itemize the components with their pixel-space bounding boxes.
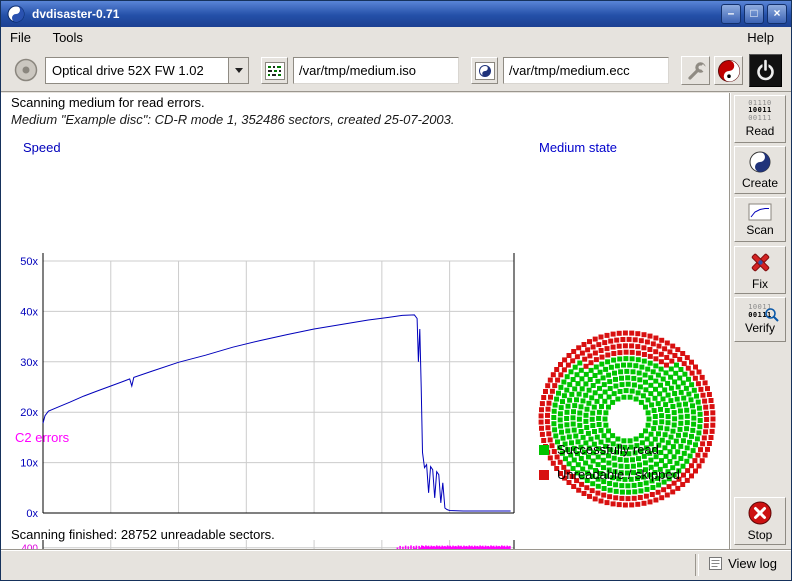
iso-path-input[interactable] xyxy=(293,57,459,84)
svg-text:10x: 10x xyxy=(20,458,38,470)
scan-button[interactable]: Scan xyxy=(734,197,786,242)
yin-yang-icon xyxy=(748,150,772,174)
bottombar-separator xyxy=(695,554,699,576)
scan-button-label: Scan xyxy=(746,223,773,237)
bottombar: View log xyxy=(1,549,791,580)
ecc-file-icon xyxy=(475,61,495,81)
read-button[interactable]: 01110 10011 00111 Read xyxy=(734,95,786,143)
legend-item-good: Successfully read xyxy=(539,442,659,457)
maximize-button[interactable]: □ xyxy=(744,4,764,24)
create-button-label: Create xyxy=(742,176,778,190)
stop-icon xyxy=(747,500,773,526)
drive-select[interactable]: Optical drive 52X FW 1.02 xyxy=(45,57,249,84)
window-title: dvdisaster-0.71 xyxy=(32,7,119,21)
drive-select-value: Optical drive 52X FW 1.02 xyxy=(46,58,228,83)
wrench-icon xyxy=(683,58,709,84)
dvdisaster-logo-icon xyxy=(717,59,741,83)
app-icon xyxy=(7,5,25,23)
scan-chart-icon xyxy=(748,203,772,221)
fix-button-label: Fix xyxy=(752,277,768,291)
legend-label-bad: Unreadable / skipped xyxy=(557,467,680,482)
verify-button-label: Verify xyxy=(745,321,775,335)
view-log-label: View log xyxy=(728,556,777,571)
main-content: Scanning medium for read errors. Medium … xyxy=(1,93,730,550)
read-icon: 01110 10011 00111 xyxy=(748,100,772,123)
chevron-down-icon xyxy=(235,68,243,73)
menu-tools[interactable]: Tools xyxy=(44,27,92,48)
c2-chart-title: C2 errors xyxy=(15,430,69,445)
titlebar: dvdisaster-0.71 – □ × xyxy=(1,1,791,27)
svg-text:50x: 50x xyxy=(20,256,38,268)
about-button[interactable] xyxy=(714,56,743,85)
good-swatch-icon xyxy=(539,445,549,455)
scan-result-status: Scanning finished: 28752 unreadable sect… xyxy=(11,527,275,542)
quit-button[interactable] xyxy=(749,54,782,87)
minimize-button[interactable]: – xyxy=(721,4,741,24)
legend-label-good: Successfully read xyxy=(557,442,659,457)
magnifier-icon xyxy=(764,307,780,323)
preferences-button[interactable] xyxy=(681,56,710,85)
read-button-label: Read xyxy=(746,124,775,138)
verify-icon: 10011 00111 xyxy=(748,304,772,319)
menu-help[interactable]: Help xyxy=(738,27,783,48)
power-icon xyxy=(751,56,780,85)
ecc-file-button[interactable] xyxy=(471,57,498,84)
app-window: dvdisaster-0.71 – □ × File Tools Help Op… xyxy=(0,0,792,581)
menubar: File Tools Help xyxy=(1,27,791,49)
svg-text:30x: 30x xyxy=(20,357,38,369)
view-log-button[interactable]: View log xyxy=(705,555,781,572)
status-line-2: Medium "Example disc": CD-R mode 1, 3524… xyxy=(11,112,455,127)
svg-text:40x: 40x xyxy=(20,306,38,318)
drive-select-arrow[interactable] xyxy=(228,58,248,83)
iso-file-button[interactable] xyxy=(261,57,288,84)
action-sidebar: 01110 10011 00111 Read Create Scan xyxy=(729,93,791,550)
status-line-1: Scanning medium for read errors. xyxy=(11,95,205,110)
drive-icon xyxy=(13,57,39,86)
svg-text:0x: 0x xyxy=(26,508,38,520)
stop-button[interactable]: Stop xyxy=(734,497,786,545)
create-button[interactable]: Create xyxy=(734,146,786,194)
bad-swatch-icon xyxy=(539,470,549,480)
menu-file[interactable]: File xyxy=(1,27,40,48)
medium-state-disc xyxy=(529,321,725,517)
view-log-icon xyxy=(709,557,722,570)
close-button[interactable]: × xyxy=(767,4,787,24)
svg-text:20x: 20x xyxy=(20,407,38,419)
ecc-path-input[interactable] xyxy=(503,57,669,84)
iso-file-icon xyxy=(265,61,285,81)
speed-chart-title: Speed xyxy=(23,140,61,155)
verify-button[interactable]: 10011 00111 Verify xyxy=(734,297,786,342)
medium-state-title: Medium state xyxy=(539,140,617,155)
fix-tools-icon xyxy=(748,250,773,275)
toolbar: Optical drive 52X FW 1.02 xyxy=(1,49,791,91)
stop-button-label: Stop xyxy=(748,528,773,542)
fix-button[interactable]: Fix xyxy=(734,246,786,294)
legend-item-bad: Unreadable / skipped xyxy=(539,467,680,482)
speed-chart: 0x 10x 20x 30x 40x 50x xyxy=(9,245,521,525)
